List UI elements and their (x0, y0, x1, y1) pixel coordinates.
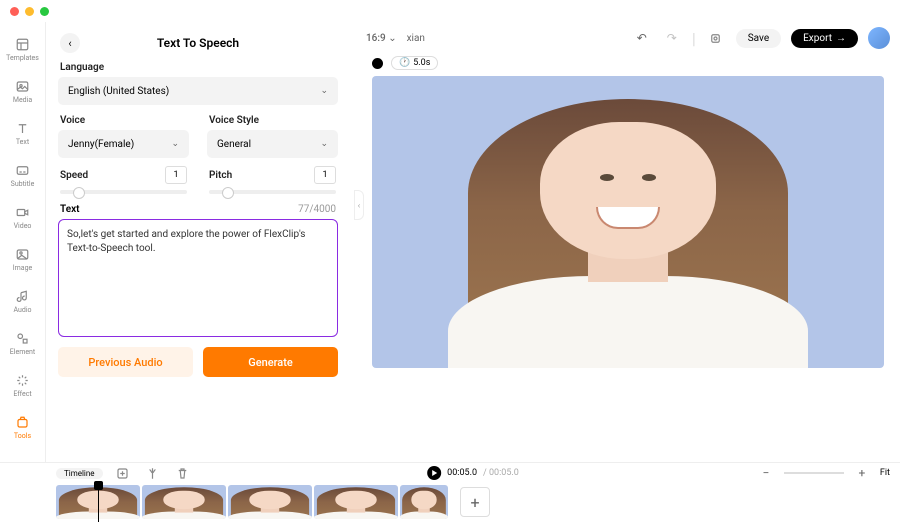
effect-icon (15, 372, 31, 388)
audio-icon (15, 288, 31, 304)
rail-subtitle[interactable]: Subtitle (0, 160, 45, 190)
tools-icon (15, 414, 31, 430)
voice-value: Jenny(Female) (68, 139, 134, 150)
text-label: Text (60, 204, 80, 215)
pitch-label: Pitch (209, 170, 232, 181)
minimize-window-icon[interactable] (25, 7, 34, 16)
image-icon (15, 246, 31, 262)
speed-input[interactable]: 1 (165, 166, 187, 184)
scene-indicator[interactable] (372, 58, 383, 69)
rail-label: Video (14, 222, 32, 230)
rail-label: Effect (13, 390, 31, 398)
timeline-badge[interactable]: Timeline (56, 468, 103, 479)
video-clip[interactable] (400, 485, 448, 519)
total-time: / 00:05.0 (483, 468, 519, 478)
rail-label: Audio (13, 306, 31, 314)
rail-label: Text (16, 138, 29, 146)
export-button[interactable]: Export→ (791, 29, 858, 48)
rail-element[interactable]: Element (0, 328, 45, 358)
rail-effect[interactable]: Effect (0, 370, 45, 400)
chevron-down-icon: ⌄ (171, 139, 179, 149)
templates-icon (15, 36, 31, 52)
rail-tools[interactable]: Tools (0, 412, 45, 442)
generate-button[interactable]: Generate (203, 347, 338, 377)
previous-audio-button[interactable]: Previous Audio (58, 347, 193, 377)
split-button[interactable] (143, 463, 163, 483)
speed-slider[interactable] (60, 190, 187, 194)
maximize-window-icon[interactable] (40, 7, 49, 16)
save-button[interactable]: Save (736, 29, 781, 48)
rail-image[interactable]: Image (0, 244, 45, 274)
arrow-right-icon: → (836, 33, 846, 44)
rail-video[interactable]: Video (0, 202, 45, 232)
chevron-down-icon: ⌄ (388, 33, 396, 44)
rail-audio[interactable]: Audio (0, 286, 45, 316)
video-track[interactable]: + (56, 485, 890, 519)
rail-label: Templates (6, 54, 39, 62)
pitch-slider[interactable] (209, 190, 336, 194)
video-clip[interactable] (142, 485, 226, 519)
playhead[interactable] (98, 483, 99, 522)
style-select[interactable]: General ⌄ (207, 130, 338, 158)
add-track-button[interactable] (113, 463, 133, 483)
video-clip[interactable] (314, 485, 398, 519)
speed-label: Speed (60, 170, 88, 181)
current-time: 00:05.0 (447, 468, 477, 478)
crop-button[interactable] (706, 28, 726, 48)
sidebar-rail: Templates Media Text Subtitle Video Imag… (0, 22, 46, 462)
media-icon (15, 78, 31, 94)
zoom-slider[interactable] (784, 472, 844, 474)
video-icon (15, 204, 31, 220)
voice-label: Voice (60, 115, 193, 126)
undo-button[interactable]: ↶ (632, 28, 652, 48)
delete-button[interactable] (173, 463, 193, 483)
play-button[interactable] (427, 466, 441, 480)
fit-button[interactable]: Fit (880, 468, 890, 478)
text-counter: 77/4000 (298, 204, 336, 215)
clock-icon: 🕐 (399, 58, 410, 68)
user-avatar[interactable] (868, 27, 890, 49)
language-label: Language (60, 62, 342, 73)
language-value: English (United States) (68, 86, 169, 97)
zoom-in-button[interactable]: + (852, 463, 872, 483)
zoom-out-button[interactable]: − (756, 463, 776, 483)
rail-label: Element (10, 348, 35, 356)
rail-media[interactable]: Media (0, 76, 45, 106)
rail-label: Tools (14, 432, 31, 440)
rail-text[interactable]: Text (0, 118, 45, 148)
project-name[interactable]: xian (407, 33, 425, 44)
text-input[interactable]: So,let's get started and explore the pow… (58, 219, 338, 337)
subtitle-icon (15, 162, 31, 178)
pitch-input[interactable]: 1 (314, 166, 336, 184)
text-icon (15, 120, 31, 136)
close-window-icon[interactable] (10, 7, 19, 16)
rail-label: Image (13, 264, 33, 272)
language-select[interactable]: English (United States) ⌄ (58, 77, 338, 105)
window-titlebar (0, 0, 900, 22)
duration-badge[interactable]: 🕐5.0s (391, 56, 438, 70)
timeline: Timeline 00:05.0 / 00:05.0 − + Fit (0, 462, 900, 522)
video-preview[interactable] (372, 76, 884, 368)
add-clip-button[interactable]: + (460, 487, 490, 517)
rail-label: Subtitle (11, 180, 35, 188)
rail-templates[interactable]: Templates (0, 34, 45, 64)
chevron-down-icon: ⌄ (320, 139, 328, 149)
chevron-down-icon: ⌄ (320, 86, 328, 96)
video-clip[interactable] (228, 485, 312, 519)
tts-panel: ‹ Text To Speech Language English (Unite… (46, 22, 356, 462)
person-image (428, 82, 827, 368)
rail-label: Media (13, 96, 32, 104)
panel-title: Text To Speech (157, 36, 239, 50)
style-value: General (217, 139, 251, 150)
aspect-ratio-select[interactable]: 16:9 ⌄ (366, 33, 397, 44)
redo-button[interactable]: ↷ (662, 28, 682, 48)
style-label: Voice Style (209, 115, 342, 126)
back-button[interactable]: ‹ (60, 33, 80, 53)
voice-select[interactable]: Jenny(Female) ⌄ (58, 130, 189, 158)
canvas-area: 16:9 ⌄ xian ↶ ↷ | Save Export→ 🕐5.0s (356, 22, 900, 462)
element-icon (15, 330, 31, 346)
